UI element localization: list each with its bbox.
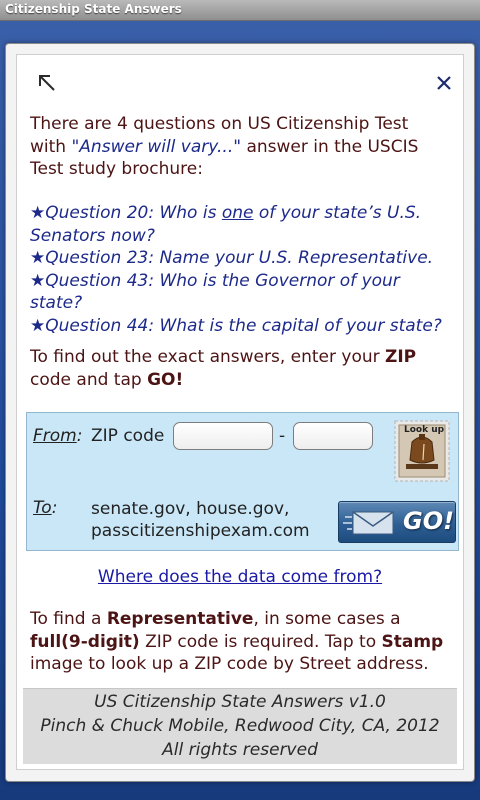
zip-instr-go: GO! (147, 369, 184, 390)
to-label-text: To (33, 498, 52, 518)
rep-note-line-2: full(9-digit) ZIP code is required. Tap … (30, 631, 450, 654)
representative-note: To find a Representative, in some cases … (30, 608, 450, 676)
zip-instr-prefix: To find out the exact answers, enter you… (30, 347, 386, 367)
question-43-cont: state? (30, 293, 83, 313)
zip5-input[interactable] (173, 422, 273, 450)
go-button[interactable]: GO! (338, 501, 456, 543)
question-20-rest: of your state’s U.S. (253, 203, 422, 223)
zip-dash: - (279, 426, 286, 446)
zip-instr-prefix-2: code and tap (30, 369, 148, 390)
stamp-caption: Look up (404, 425, 445, 435)
rep-stamp: Stamp (381, 631, 444, 652)
title-bar: Citizenship State Answers (0, 0, 480, 21)
close-icon[interactable] (430, 69, 458, 97)
question-44-text: Question 44: What is the capital of your… (45, 315, 442, 336)
go-button-label: GO! (403, 507, 455, 535)
question-44: ★Question 44: What is the capital of you… (30, 315, 460, 338)
footer: US Citizenship State Answers v1.0 Pinch … (23, 688, 457, 764)
rep-prefix: To find a (30, 609, 107, 629)
star-icon: ★ (30, 315, 46, 336)
zip4-input[interactable] (293, 422, 373, 450)
to-label: To: (33, 498, 57, 518)
intro-line-3: Test study brochure: (30, 159, 203, 179)
zip-lookup-box: From: ZIP code - Look up To: senate.gov,… (26, 412, 459, 551)
question-43: ★Question 43: Who is the Governor of you… (30, 270, 460, 293)
expand-arrow-icon[interactable] (33, 69, 61, 97)
footer-line-2: Pinch & Chuck Mobile, Redwood City, CA, … (40, 716, 440, 736)
zip-instr-bold: ZIP (385, 347, 417, 367)
question-20-cont: Senators now? (30, 225, 155, 246)
intro-line-1: There are 4 questions on US Citizenship … (30, 114, 409, 134)
intro-text: There are 4 questions on US Citizenship … (30, 113, 450, 181)
data-source-link[interactable]: Where does the data come from? (17, 567, 463, 587)
zip-code-label: ZIP code (91, 426, 165, 446)
zip-instructions: To find out the exact answers, enter you… (30, 346, 450, 391)
star-icon: ★ (30, 248, 46, 268)
from-label-text: From (33, 426, 77, 446)
rep-suffix: , in some cases a (253, 609, 401, 629)
from-colon: : (76, 426, 83, 446)
to-sources: senate.gov, house.gov, passcitizenshipex… (91, 498, 310, 542)
lookup-stamp-button[interactable]: Look up (394, 420, 450, 482)
intro-suffix: answer in the USCIS (241, 136, 419, 157)
rep-mid: ZIP code is required. Tap to (139, 631, 382, 652)
from-label: From: (33, 426, 82, 446)
question-23-text: Question 23: Name your U.S. Representati… (45, 248, 434, 268)
intro-line-2: with "Answer will vary..." answer in the… (30, 136, 450, 159)
zip-instructions-line-2: code and tap GO! (30, 369, 450, 392)
footer-line-1: US Citizenship State Answers v1.0 (94, 692, 386, 712)
star-icon: ★ (30, 203, 46, 223)
footer-line-3: All rights reserved (162, 740, 318, 760)
to-colon: : (51, 498, 58, 518)
intro-prefix: with (30, 136, 72, 157)
envelope-icon (343, 511, 394, 535)
zip-instructions-line-1: To find out the exact answers, enter you… (30, 346, 450, 369)
window-title: Citizenship State Answers (5, 2, 182, 16)
to-source-line-1: senate.gov, house.gov, (91, 499, 290, 519)
answer-vary-quote: "Answer will vary..." (71, 136, 242, 157)
question-43-text: Question 43: Who is the Governor of your (45, 270, 400, 291)
dialog-panel: There are 4 questions on US Citizenship … (5, 43, 475, 782)
star-icon: ★ (30, 270, 46, 291)
question-list: ★Question 20: Who is one of your state’s… (30, 202, 460, 337)
question-20-underline: one (221, 203, 254, 223)
rep-note-line-1: To find a Representative, in some cases … (30, 608, 450, 631)
question-20-text: Question 20: Who is (45, 203, 222, 223)
question-23: ★Question 23: Name your U.S. Representat… (30, 247, 460, 270)
question-20: ★Question 20: Who is one of your state’s… (30, 202, 460, 225)
to-source-line-2: passcitizenshipexam.com (91, 521, 310, 541)
content-card: There are 4 questions on US Citizenship … (16, 54, 464, 770)
rep-bold: Representative (106, 609, 254, 629)
rep-note-line-3: image to look up a ZIP code by Street ad… (30, 654, 429, 674)
rep-full-zip: full(9-digit) (30, 631, 140, 652)
